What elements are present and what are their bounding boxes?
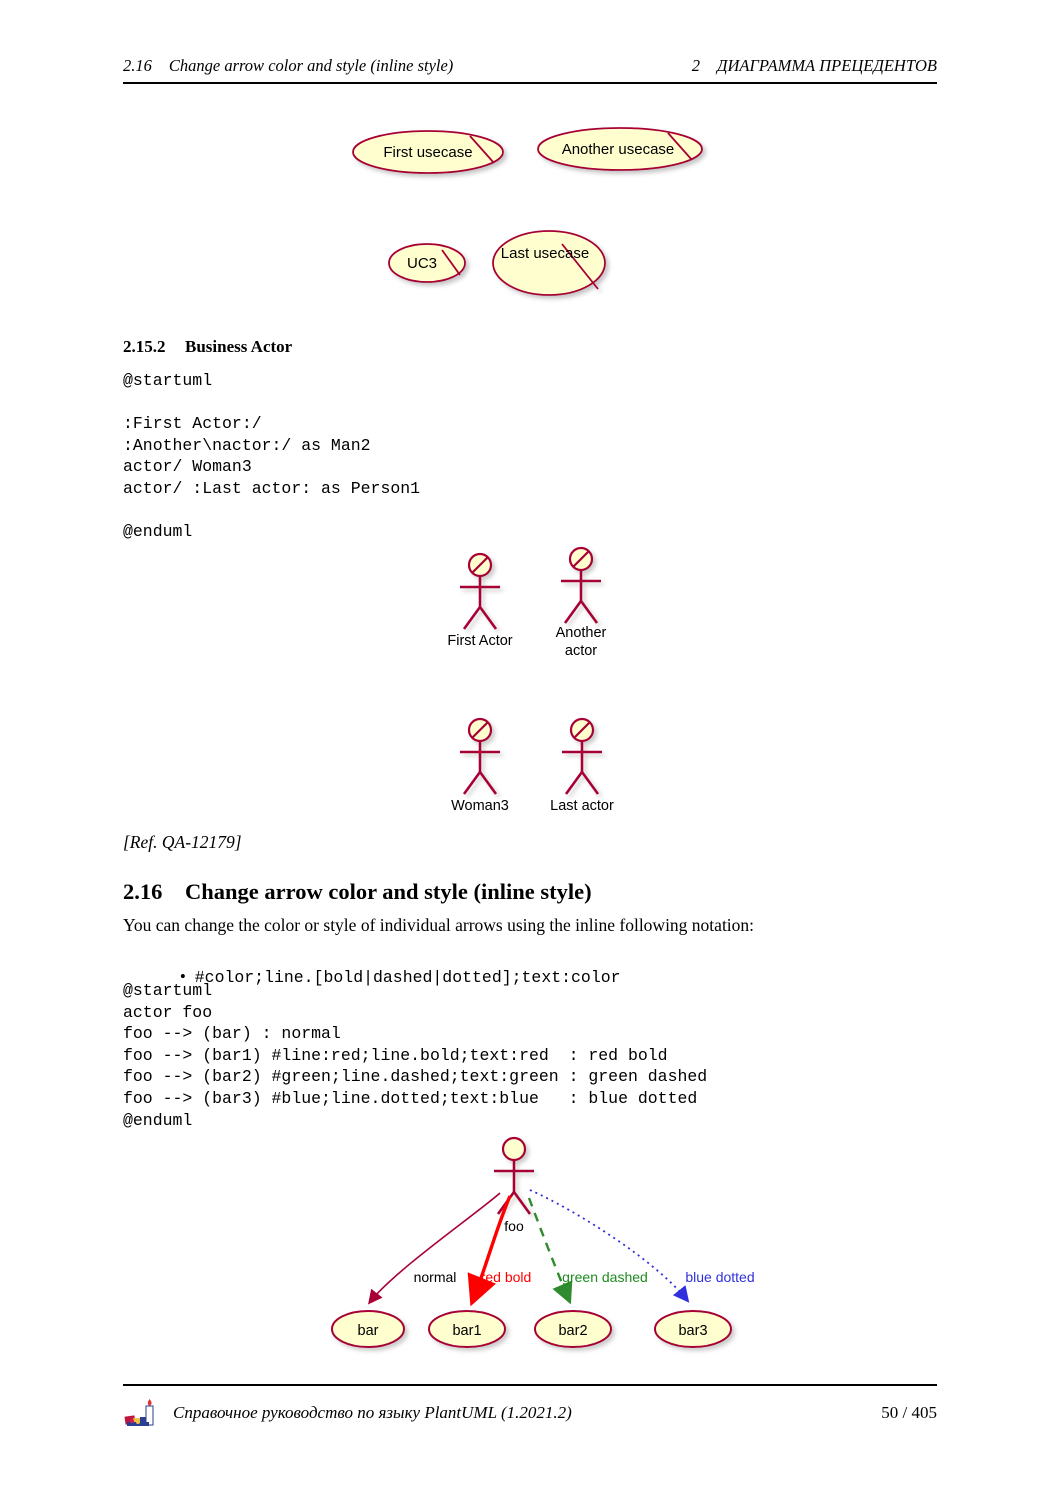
- header-section-title: Change arrow color and style (inline sty…: [168, 56, 454, 75]
- reference-note: [Ref. QA-12179]: [123, 832, 242, 852]
- section-number: 2.15.2: [123, 337, 166, 356]
- usecase-last-usecase: [492, 230, 606, 296]
- actor-woman3: [460, 717, 500, 795]
- business-actor-diagram: First Actor Another actor Woman3 Last ac…: [430, 545, 660, 830]
- header-divider: [123, 82, 937, 84]
- usecase-label: bar2: [558, 1323, 587, 1339]
- usecase-label: bar3: [678, 1323, 707, 1339]
- actor-foo: [494, 1136, 534, 1215]
- usecase-label: Another usecase: [562, 141, 675, 158]
- actor-label-line2: actor: [565, 643, 597, 659]
- business-usecase-diagram: First usecase Another usecase UC3 Last u…: [330, 115, 750, 310]
- header-left: 2.16 Change arrow color and style (inlin…: [123, 56, 453, 76]
- header-section-number: 2.16: [123, 56, 152, 75]
- arrow-label-blue-dotted: blue dotted: [685, 1269, 754, 1285]
- usecase-svg: First usecase Another usecase UC3 Last u…: [352, 127, 703, 296]
- actor-label-line1: Another: [556, 625, 607, 641]
- page-header: 2.16 Change arrow color and style (inlin…: [123, 56, 937, 76]
- header-chapter-title: ДИАГРАММА ПРЕЦЕДЕНТОВ: [716, 56, 937, 75]
- arrow-style-diagram: foo normal red bold green dashed blue do…: [325, 1130, 755, 1365]
- page-footer: Справочное руководство по языку PlantUML…: [123, 1396, 937, 1430]
- section-number: 2.16: [123, 879, 163, 904]
- footer-document-title: Справочное руководство по языку PlantUML…: [173, 1403, 572, 1422]
- header-right: 2 ДИАГРАММА ПРЕЦЕДЕНТОВ: [692, 56, 937, 76]
- actor-label: Last actor: [550, 798, 614, 814]
- usecase-label: bar: [358, 1323, 379, 1339]
- arrow-label-green-dashed: green dashed: [562, 1269, 648, 1285]
- section-heading-2-16: 2.16 Change arrow color and style (inline…: [123, 879, 592, 905]
- section-title: Change arrow color and style (inline sty…: [185, 879, 592, 904]
- footer-divider: [123, 1384, 937, 1386]
- section-intro-paragraph: You can change the color or style of ind…: [123, 915, 755, 935]
- code-block-arrow-styles: @startuml actor foo foo --> (bar) : norm…: [123, 981, 708, 1130]
- actor-svg: First Actor Another actor Woman3 Last ac…: [447, 546, 614, 814]
- actor-foo-label: foo: [504, 1218, 524, 1234]
- actor-label: Woman3: [451, 798, 509, 814]
- actor-label: First Actor: [447, 633, 512, 649]
- actor-last-actor: [562, 717, 602, 795]
- actor-another-actor: [561, 546, 601, 624]
- arrow-label-red-bold: red bold: [481, 1269, 532, 1285]
- arrow-diagram-svg: foo normal red bold green dashed blue do…: [331, 1136, 755, 1348]
- usecase-label-line1: Last usecase: [501, 245, 589, 262]
- usecase-label: First usecase: [383, 144, 472, 161]
- header-chapter-number: 2: [691, 56, 700, 75]
- section-title: Business Actor: [185, 337, 293, 356]
- usecase-label: bar1: [452, 1323, 481, 1339]
- arrow-label-normal: normal: [414, 1269, 457, 1285]
- actor-first-actor: [460, 552, 500, 630]
- section-heading-2-15-2: 2.15.2 Business Actor: [123, 337, 292, 357]
- arrow-normal: [368, 1192, 501, 1305]
- usecase-label: UC3: [407, 255, 437, 272]
- plantuml-logo-icon: [123, 1396, 159, 1430]
- code-block-business-actor: @startuml :First Actor:/ :Another\nactor…: [123, 371, 421, 542]
- footer-page-number: 50 / 405: [881, 1403, 937, 1422]
